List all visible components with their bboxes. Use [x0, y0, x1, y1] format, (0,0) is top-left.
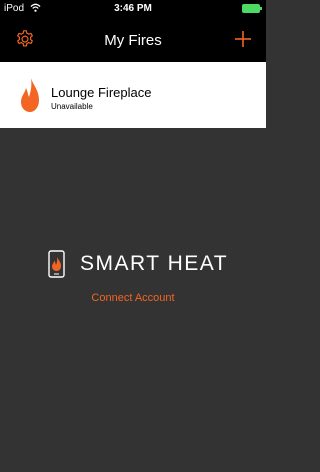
- brand-name: SMART HEAT: [80, 252, 229, 275]
- fire-list-item[interactable]: Lounge Fireplace Unavailable: [0, 62, 266, 128]
- brand-area: SMART HEAT Connect Account: [0, 250, 266, 310]
- status-time: 3:46 PM: [114, 3, 152, 14]
- status-bar: iPod 3:46 PM: [0, 0, 266, 18]
- battery-icon: [242, 4, 262, 13]
- fire-name: Lounge Fireplace: [51, 85, 152, 100]
- nav-bar: My Fires: [0, 18, 266, 62]
- connect-account-link[interactable]: Connect Account: [0, 292, 266, 304]
- plus-icon[interactable]: [232, 28, 254, 50]
- page-title: My Fires: [104, 32, 162, 49]
- fire-status: Unavailable: [51, 102, 93, 111]
- phone-flame-icon: [48, 250, 65, 278]
- flame-icon: [21, 78, 39, 112]
